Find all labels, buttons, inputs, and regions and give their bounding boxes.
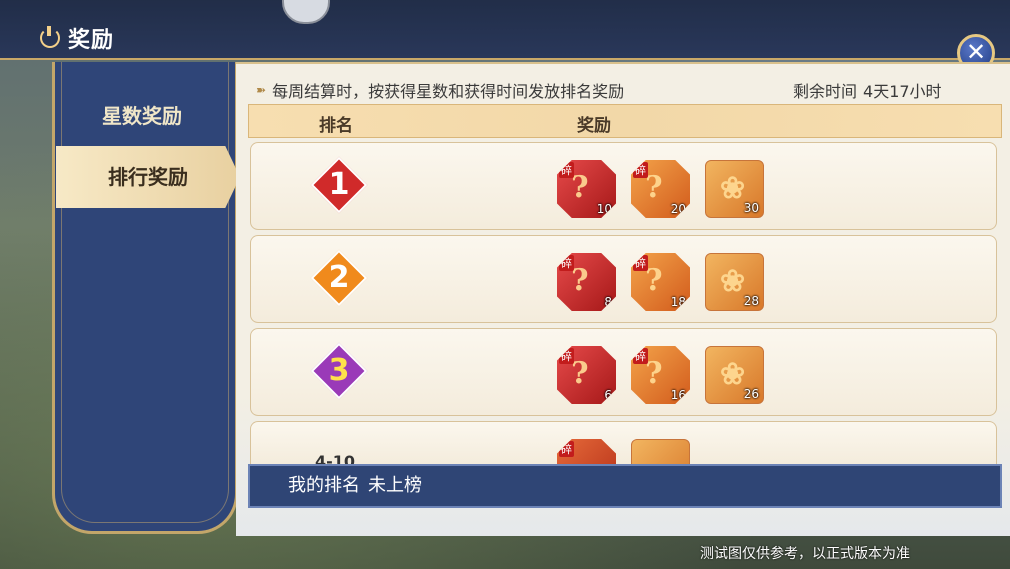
rank-number: 3 <box>328 353 350 388</box>
gold-bag-icon: ❀ <box>720 357 746 392</box>
reward-count: 18 <box>670 295 686 309</box>
reward-item[interactable]: ? 碎 16 <box>631 346 690 404</box>
reward-item[interactable]: 碎 <box>557 439 616 464</box>
sidebar-item-rank-reward[interactable]: 排行奖励 <box>56 146 240 208</box>
my-rank-bar: 我的排名 未上榜 <box>248 464 1002 508</box>
fragment-tag: 碎 <box>633 162 648 178</box>
reward-count: 16 <box>670 388 686 402</box>
remaining-value: 4天17小时 <box>863 82 942 101</box>
header-rank: 排名 <box>319 116 353 136</box>
window-title-group: 奖励 <box>40 22 114 54</box>
gold-bag-icon: ❀ <box>720 264 746 299</box>
title-bar <box>0 0 1010 60</box>
arrow-icon: ➽ <box>256 83 267 97</box>
reward-count: 10 <box>596 202 612 216</box>
header-reward: 奖励 <box>577 116 611 136</box>
fragment-tag: 碎 <box>559 441 574 457</box>
reward-count: 6 <box>604 388 612 402</box>
reward-item[interactable]: ❀ 28 <box>705 253 764 311</box>
reward-item[interactable]: ? 碎 8 <box>557 253 616 311</box>
reward-item[interactable]: ? 碎 6 <box>557 346 616 404</box>
reward-count: 26 <box>743 387 759 401</box>
reward-count: 20 <box>670 202 686 216</box>
sidebar-item-star-reward[interactable]: 星数奖励 <box>52 88 232 144</box>
reward-list: ? 碎 6 ? 碎 16 ❀ 26 <box>557 346 764 404</box>
reward-icon <box>40 26 60 48</box>
reward-item[interactable] <box>631 439 690 464</box>
reward-count: 28 <box>743 294 759 308</box>
remaining-time: 剩余时间 4天17小时 <box>793 78 942 102</box>
reward-item[interactable]: ? 碎 20 <box>631 160 690 218</box>
table-row: 3 ? 碎 6 ? 碎 16 ❀ 26 <box>250 328 997 416</box>
reward-list: ? 碎 10 ? 碎 20 ❀ 30 <box>557 160 764 218</box>
disclaimer: 测试图仅供参考，以正式版本为准 <box>700 546 910 562</box>
rank-number: 2 <box>328 260 350 295</box>
my-rank-label: 我的排名 <box>288 475 360 496</box>
reward-item[interactable]: ❀ 26 <box>705 346 764 404</box>
reward-count: 8 <box>604 295 612 309</box>
gold-bag-icon: ❀ <box>720 171 746 206</box>
my-rank-value: 未上榜 <box>368 475 422 496</box>
remaining-label: 剩余时间 <box>793 82 858 101</box>
rank-number: 1 <box>328 167 350 202</box>
table-row: 1 ? 碎 10 ? 碎 20 ❀ 30 <box>250 142 997 230</box>
reward-item[interactable]: ? 碎 10 <box>557 160 616 218</box>
reward-item[interactable]: ❀ 30 <box>705 160 764 218</box>
table-row: 2 ? 碎 8 ? 碎 18 ❀ 28 <box>250 235 997 323</box>
notice-text: 每周结算时，按获得星数和获得时间发放排名奖励 <box>272 82 625 101</box>
reward-count: 30 <box>743 201 759 215</box>
window-title: 奖励 <box>68 28 115 53</box>
table-row: 4-10 碎 <box>250 421 997 464</box>
reward-item[interactable]: ? 碎 18 <box>631 253 690 311</box>
fragment-tag: 碎 <box>559 162 574 178</box>
table-header: 排名 奖励 <box>248 104 1002 138</box>
notice: ➽ 每周结算时，按获得星数和获得时间发放排名奖励 <box>256 78 624 102</box>
reward-list: 碎 <box>557 439 690 464</box>
rank-range: 4-10 <box>315 452 356 464</box>
fragment-tag: 碎 <box>633 255 648 271</box>
fragment-tag: 碎 <box>633 348 648 364</box>
fragment-tag: 碎 <box>559 255 574 271</box>
fragment-tag: 碎 <box>559 348 574 364</box>
reward-list: ? 碎 8 ? 碎 18 ❀ 28 <box>557 253 764 311</box>
